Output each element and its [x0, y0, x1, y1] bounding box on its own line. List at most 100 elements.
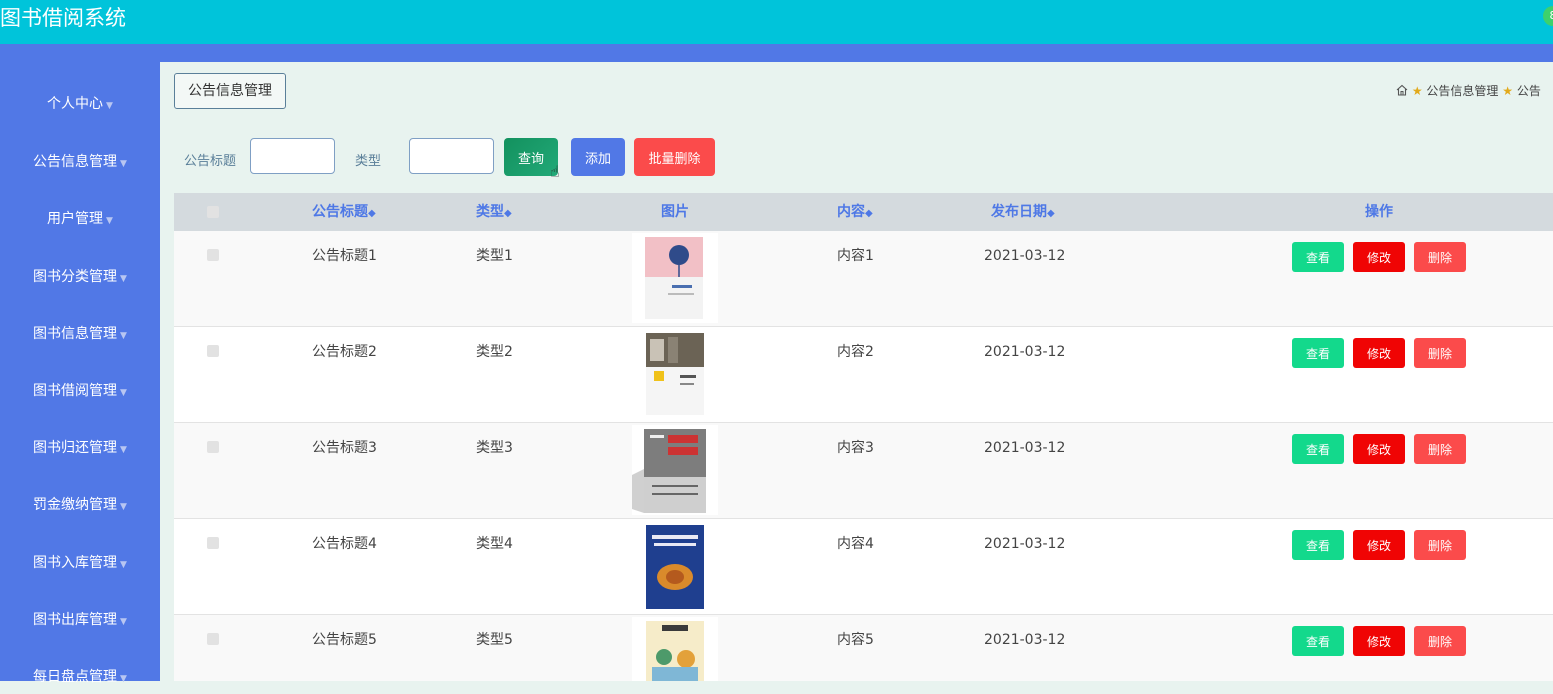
cell-date: 2021-03-12 — [984, 344, 1066, 360]
header-image: 图片 — [661, 204, 689, 220]
header-content[interactable]: 内容◆ — [837, 193, 873, 231]
sidebar-item-fine-payment[interactable]: 罚金缴纳管理 ▼ — [0, 490, 160, 520]
home-icon[interactable] — [1396, 84, 1408, 96]
table-row: 公告标题3 类型3 内容3 2021-03-12 查看 修改 删除 — [174, 423, 1553, 519]
title-filter-label: 公告标题 — [184, 154, 237, 169]
sidebar-item-label: 图书借阅管理 — [33, 383, 118, 399]
row-checkbox[interactable] — [207, 537, 219, 549]
caret-down-icon: ▼ — [120, 674, 127, 684]
row-checkbox[interactable] — [207, 441, 219, 453]
view-button[interactable]: 查看 — [1292, 338, 1344, 368]
book-cover-image — [632, 233, 718, 323]
title-filter-input[interactable] — [250, 138, 335, 174]
cell-content: 内容2 — [837, 344, 874, 360]
breadcrumb-item[interactable]: 公告 — [1517, 84, 1541, 98]
view-button[interactable]: 查看 — [1292, 530, 1344, 560]
cell-type: 类型1 — [476, 248, 513, 264]
edit-button[interactable]: 修改 — [1353, 338, 1405, 368]
sidebar-item-label: 每日盘点管理 — [33, 669, 118, 685]
cell-content: 内容1 — [837, 248, 874, 264]
cell-type: 类型3 — [476, 440, 513, 456]
book-cover-image — [632, 425, 718, 515]
sidebar-item-stock-in[interactable]: 图书入库管理 ▼ — [0, 548, 160, 578]
view-button[interactable]: 查看 — [1292, 626, 1344, 656]
top-bar: 图书借阅系统 8 — [0, 0, 1553, 44]
sort-icon: ◆ — [368, 208, 376, 219]
edit-button[interactable]: 修改 — [1353, 530, 1405, 560]
caret-down-icon: ▼ — [120, 617, 127, 627]
sidebar-item-label: 图书分类管理 — [33, 269, 118, 285]
top-strip — [0, 44, 1553, 62]
cell-date: 2021-03-12 — [984, 248, 1066, 264]
main-content: 公告信息管理 ★ 公告信息管理 ★ 公告 公告标题 类型 查询 添加 批量删除 … — [160, 62, 1553, 681]
select-all-checkbox[interactable] — [207, 206, 219, 218]
star-icon: ★ — [1502, 84, 1514, 98]
sidebar-item-book-category[interactable]: 图书分类管理 ▼ — [0, 262, 160, 292]
edit-button[interactable]: 修改 — [1353, 242, 1405, 272]
batch-delete-button[interactable]: 批量删除 — [634, 138, 715, 176]
row-checkbox[interactable] — [207, 633, 219, 645]
sort-icon: ◆ — [504, 208, 512, 219]
sidebar-item-book-borrow[interactable]: 图书借阅管理 ▼ — [0, 376, 160, 406]
sidebar-item-personal-center[interactable]: 个人中心 ▼ — [0, 89, 160, 119]
header-title[interactable]: 公告标题◆ — [312, 193, 376, 231]
view-button[interactable]: 查看 — [1292, 434, 1344, 464]
sidebar-item-user-management[interactable]: 用户管理 ▼ — [0, 204, 160, 234]
cell-content: 内容4 — [837, 536, 874, 552]
delete-button[interactable]: 删除 — [1414, 434, 1466, 464]
caret-down-icon: ▼ — [120, 560, 127, 570]
table-header: 公告标题◆ 类型◆ 图片 内容◆ 发布日期◆ 操作 — [174, 193, 1553, 231]
top-right-badge[interactable]: 8 — [1543, 6, 1553, 26]
table-row: 公告标题5 类型5 内容5 2021-03-12 查看 修改 删除 — [174, 615, 1553, 681]
table-row: 公告标题2 类型2 内容2 2021-03-12 查看 修改 删除 — [174, 327, 1553, 423]
delete-button[interactable]: 删除 — [1414, 338, 1466, 368]
cell-title: 公告标题3 — [312, 440, 377, 456]
sidebar-item-notice-management[interactable]: 公告信息管理 ▼ — [0, 147, 160, 177]
cell-content: 内容3 — [837, 440, 874, 456]
delete-button[interactable]: 删除 — [1414, 530, 1466, 560]
sidebar-item-label: 个人中心 — [47, 96, 104, 112]
caret-down-icon: ▼ — [120, 331, 127, 341]
sidebar-item-label: 图书出库管理 — [33, 612, 118, 628]
row-checkbox[interactable] — [207, 249, 219, 261]
sort-icon: ◆ — [1047, 208, 1055, 219]
edit-button[interactable]: 修改 — [1353, 434, 1405, 464]
cell-title: 公告标题4 — [312, 536, 377, 552]
sidebar-item-book-return[interactable]: 图书归还管理 ▼ — [0, 433, 160, 463]
header-date[interactable]: 发布日期◆ — [991, 193, 1055, 231]
sidebar-item-label: 公告信息管理 — [33, 154, 118, 170]
caret-down-icon: ▼ — [106, 216, 113, 226]
sidebar: 个人中心 ▼ 公告信息管理 ▼ 用户管理 ▼ 图书分类管理 ▼ 图书信息管理 ▼ 图书借阅… — [0, 62, 160, 685]
cell-date: 2021-03-12 — [984, 632, 1066, 648]
sidebar-item-book-info[interactable]: 图书信息管理 ▼ — [0, 319, 160, 349]
book-cover-image — [632, 617, 718, 681]
caret-down-icon: ▼ — [120, 159, 127, 169]
type-filter-label: 类型 — [355, 154, 382, 169]
sort-icon: ◆ — [865, 208, 873, 219]
sidebar-item-stock-out[interactable]: 图书出库管理 ▼ — [0, 605, 160, 635]
sidebar-item-label: 图书归还管理 — [33, 440, 118, 456]
type-filter-input[interactable] — [409, 138, 494, 174]
delete-button[interactable]: 删除 — [1414, 626, 1466, 656]
caret-down-icon: ▼ — [120, 274, 127, 284]
row-checkbox[interactable] — [207, 345, 219, 357]
delete-button[interactable]: 删除 — [1414, 242, 1466, 272]
edit-button[interactable]: 修改 — [1353, 626, 1405, 656]
cell-date: 2021-03-12 — [984, 536, 1066, 552]
notice-table: 公告标题◆ 类型◆ 图片 内容◆ 发布日期◆ 操作 公告标题1 类型1 内容1 … — [174, 193, 1553, 681]
hand-pointer-icon: ☝ — [550, 162, 560, 181]
cell-date: 2021-03-12 — [984, 440, 1066, 456]
app-title: 图书借阅系统 — [0, 6, 126, 30]
sidebar-item-label: 用户管理 — [47, 211, 104, 227]
cell-type: 类型2 — [476, 344, 513, 360]
breadcrumb: ★ 公告信息管理 ★ 公告 — [1396, 82, 1541, 99]
header-type[interactable]: 类型◆ — [476, 193, 512, 231]
cell-title: 公告标题5 — [312, 632, 377, 648]
page-tab[interactable]: 公告信息管理 — [174, 73, 286, 109]
breadcrumb-item[interactable]: 公告信息管理 — [1426, 84, 1498, 98]
view-button[interactable]: 查看 — [1292, 242, 1344, 272]
caret-down-icon: ▼ — [120, 388, 127, 398]
sidebar-item-label: 图书信息管理 — [33, 326, 118, 342]
sidebar-item-daily-inventory[interactable]: 每日盘点管理 ▼ — [0, 662, 160, 692]
add-button[interactable]: 添加 — [571, 138, 625, 176]
